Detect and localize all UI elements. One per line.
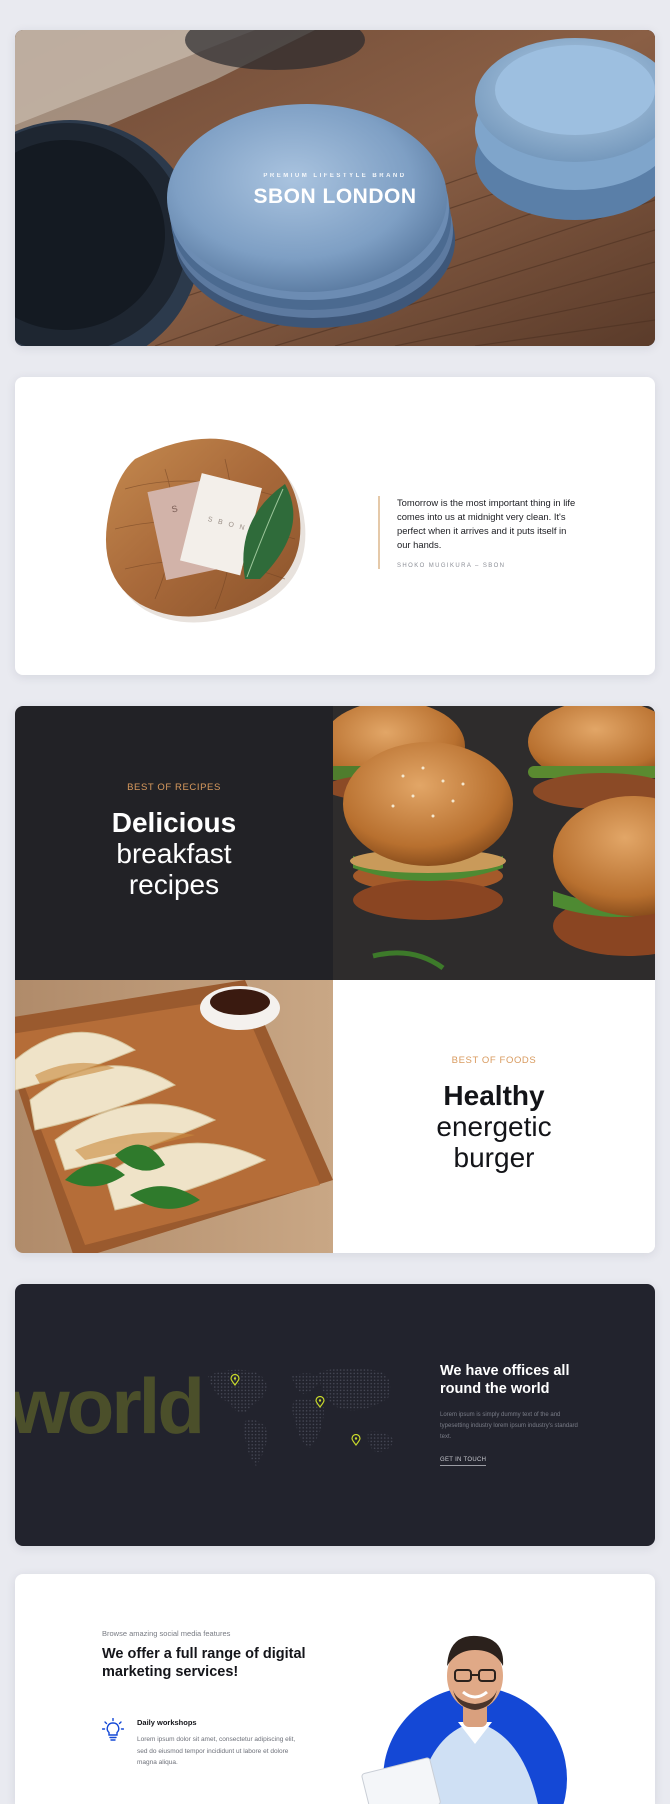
recipes-heading-group: BEST OF RECIPES Delicious breakfast reci… — [15, 782, 333, 900]
dumplings-photo — [15, 980, 333, 1253]
burgers-photo — [333, 706, 655, 980]
feature-description: Lorem ipsum dolor sit amet, consectetur … — [137, 1736, 296, 1766]
foods-title: Healthy energetic burger — [333, 1080, 655, 1173]
foods-kicker: BEST OF FOODS — [451, 1055, 537, 1066]
get-in-touch-link[interactable]: GET IN TOUCH — [440, 1457, 487, 1466]
burger-top-right — [528, 706, 655, 809]
quote-author: SHOKO MUGIKURA – SBON — [397, 563, 506, 569]
world-description: Lorem ipsum is simply dummy text of the … — [440, 1412, 578, 1440]
world-info-block: We have offices all round the world Lore… — [440, 1362, 580, 1466]
services-card: Browse amazing social media features We … — [15, 1574, 655, 1804]
lightbulb-icon — [102, 1718, 124, 1741]
feature-title: Daily workshops — [137, 1718, 197, 1727]
foods-title-line2: energetic — [436, 1111, 552, 1142]
foods-heading-group: BEST OF FOODS Healthy energetic burger — [333, 1055, 655, 1173]
hero-card: PREMIUM LIFESTYLE BRAND SBON LONDON — [15, 30, 655, 346]
hero-title: SBON LONDON — [253, 185, 417, 208]
services-kicker: Browse amazing social media features — [102, 1629, 231, 1638]
quote-text: Tomorrow is the most important thing in … — [397, 497, 576, 550]
world-title: We have offices all round the world — [440, 1363, 570, 1397]
burger-photo-tile — [333, 706, 655, 980]
recipes-promo-tile: BEST OF RECIPES Delicious breakfast reci… — [15, 706, 333, 980]
services-title: We offer a full range of digital marketi… — [102, 1646, 306, 1680]
recipes-title-bold: Delicious — [111, 807, 237, 838]
recipes-kicker: BEST OF RECIPES — [127, 782, 221, 793]
recipes-title-line3: recipes — [128, 869, 220, 900]
business-cards-on-wood-board-photo: S S B O N — [105, 438, 306, 623]
recipes-title-line2: breakfast — [116, 838, 232, 869]
hero-heading-group: PREMIUM LIFESTYLE BRAND SBON LONDON — [15, 173, 655, 209]
quote-card: S S B O N Tomorrow is the most important… — [15, 377, 655, 675]
burger-center — [343, 742, 513, 920]
world-watermark: world — [15, 1362, 205, 1450]
office-pin-icon — [315, 1396, 325, 1408]
office-pin-icon — [230, 1374, 240, 1386]
recipes-card: BEST OF RECIPES Delicious breakfast reci… — [15, 706, 655, 1253]
foods-promo-tile: BEST OF FOODS Healthy energetic burger — [333, 980, 655, 1253]
office-pin-icon — [351, 1434, 361, 1446]
world-offices-card: world We have offices all round the worl… — [15, 1284, 655, 1546]
hero-kicker: PREMIUM LIFESTYLE BRAND — [263, 173, 407, 179]
foods-title-bold: Healthy — [443, 1080, 545, 1111]
recipes-title: Delicious breakfast recipes — [15, 807, 333, 900]
dumpling-photo-tile — [15, 980, 333, 1253]
smiling-man-with-laptop-photo — [361, 1635, 567, 1804]
testimonial-quote: Tomorrow is the most important thing in … — [378, 496, 577, 569]
foods-title-line3: burger — [453, 1142, 535, 1173]
